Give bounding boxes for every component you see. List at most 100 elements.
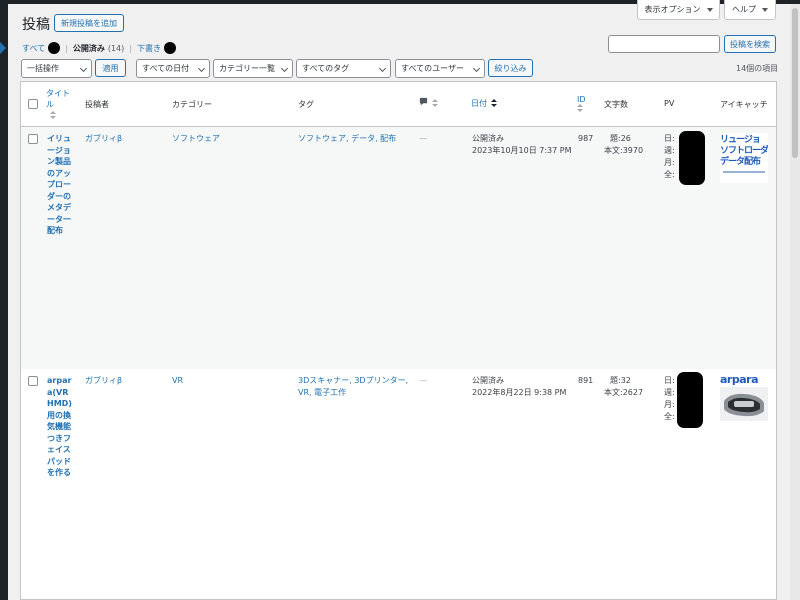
bulk-action-value: 一括操作: [27, 64, 59, 73]
tags-links[interactable]: ソフトウェア, データ, 配布: [298, 133, 410, 145]
page-title: 投稿: [22, 17, 50, 33]
pv-week-label: 週:: [664, 146, 675, 155]
help-label: ヘルプ: [732, 5, 756, 14]
date-filter-select[interactable]: すべての日付: [136, 59, 210, 78]
posts-table: タイトル 投稿者 カテゴリー タグ 日付 ID 文字数 PV アイキャッチ イリ…: [20, 81, 777, 600]
pv-day-label: 日:: [664, 134, 675, 143]
sort-icon: [432, 98, 438, 109]
redacted-pv: [679, 131, 705, 185]
thumb-line: リュージョ: [720, 135, 761, 145]
category-filter-value: カテゴリー一覧: [219, 64, 275, 73]
chevron-down-icon: [197, 64, 206, 73]
sort-icon: [491, 98, 497, 109]
post-date: 2023年10月10日 7:37 PM: [472, 146, 572, 155]
view-drafts-link[interactable]: 下書き: [137, 43, 161, 54]
pv-total-label: 全:: [664, 412, 675, 421]
column-id-label: ID: [577, 95, 586, 104]
view-all-link[interactable]: すべて: [22, 43, 45, 54]
comment-bubble-icon: [419, 97, 428, 106]
search-posts-button[interactable]: 投稿を検索: [724, 35, 776, 53]
add-new-post-button[interactable]: 新規投稿を追加: [54, 14, 124, 32]
published-count: (14): [107, 43, 125, 53]
row-checkbox[interactable]: [28, 376, 38, 386]
post-status-views: すべて | 公開済み (14) | 下書き: [22, 42, 176, 54]
chevron-down-icon: [378, 64, 387, 73]
post-status: 公開済み: [472, 134, 504, 143]
post-title-link[interactable]: arpara(VR HMD)用の換気機能つきフェイスパッドを作る: [47, 375, 75, 479]
row-checkbox[interactable]: [28, 134, 38, 144]
sort-icon: [50, 110, 56, 121]
thumb-line: ソフトローダ: [720, 146, 768, 156]
post-status: 公開済み: [472, 376, 504, 385]
column-date[interactable]: 日付: [471, 98, 497, 109]
column-tags: タグ: [298, 100, 314, 109]
vr-headset-image: [720, 387, 768, 421]
category-link[interactable]: ソフトウェア: [172, 133, 220, 145]
pv-month-label: 月:: [664, 158, 675, 167]
screen-options-label: 表示オプション: [644, 5, 701, 14]
caret-down-icon: [762, 7, 768, 12]
thumb-decoration: [723, 171, 765, 173]
comment-count: —: [419, 134, 427, 143]
search-input[interactable]: [608, 35, 720, 53]
scrollbar-thumb[interactable]: [792, 8, 798, 158]
thumb-line: データ配布: [720, 157, 761, 167]
help-button[interactable]: ヘルプ: [724, 0, 776, 20]
redacted-count: [48, 42, 61, 54]
eyecatch-thumbnail[interactable]: arpara: [720, 373, 768, 423]
tag-filter-value: すべてのタグ: [302, 64, 350, 73]
author-link[interactable]: ガブリィβ: [85, 375, 122, 387]
apply-button[interactable]: 適用: [95, 59, 126, 77]
user-filter-select[interactable]: すべてのユーザー: [395, 59, 485, 78]
chevron-down-icon: [280, 64, 289, 73]
author-link[interactable]: ガブリィβ: [85, 133, 122, 145]
thumb-line: arpara: [720, 373, 759, 386]
column-id[interactable]: ID: [577, 95, 586, 114]
column-categories: カテゴリー: [172, 100, 212, 109]
category-link[interactable]: VR: [172, 375, 183, 387]
column-author: 投稿者: [85, 100, 109, 109]
pv-day-label: 日:: [664, 376, 675, 385]
comment-count: —: [419, 376, 427, 385]
word-count-body: 本文:3970: [604, 146, 644, 155]
post-title-link[interactable]: イリュージョン製品のアップローダーのメタデータ一配布: [47, 133, 75, 237]
table-row: イリュージョン製品のアップローダーのメタデータ一配布 ガブリィβ ソフトウェア …: [21, 127, 776, 369]
vertical-scrollbar[interactable]: [790, 4, 800, 600]
post-date: 2022年8月22日 9:38 PM: [472, 388, 567, 397]
items-count: 14個の項目: [736, 64, 779, 73]
table-row: arpara(VR HMD)用の換気機能つきフェイスパッドを作る ガブリィβ V…: [21, 369, 776, 600]
tag-filter-select[interactable]: すべてのタグ: [296, 59, 391, 78]
column-pv: PV: [664, 99, 675, 108]
tags-links[interactable]: 3Dスキャナー, 3Dプリンター, VR, 電子工作: [298, 375, 410, 398]
column-title-label: タイトル: [46, 89, 70, 109]
post-id: 987: [578, 134, 594, 143]
word-count-title: 題:26: [610, 134, 631, 143]
admin-menu-sidebar: [0, 4, 8, 600]
column-eyecatch: アイキャッチ: [720, 100, 768, 109]
post-id: 891: [578, 376, 594, 385]
view-published-link[interactable]: 公開済み: [73, 43, 105, 54]
filter-button[interactable]: 絞り込み: [488, 59, 533, 77]
word-count-body: 本文:2627: [604, 388, 644, 397]
user-filter-value: すべてのユーザー: [401, 64, 464, 73]
select-all-checkbox[interactable]: [28, 99, 38, 109]
current-menu-pointer: [0, 42, 6, 54]
redacted-pv: [677, 372, 703, 428]
chevron-down-icon: [79, 64, 88, 73]
column-word-count: 文字数: [604, 100, 628, 109]
word-count-title: 題:32: [610, 376, 631, 385]
column-comments[interactable]: [419, 97, 438, 109]
bulk-action-select[interactable]: 一括操作: [21, 59, 92, 78]
screen-options-button[interactable]: 表示オプション: [637, 0, 720, 20]
category-filter-select[interactable]: カテゴリー一覧: [213, 59, 293, 78]
column-date-label: 日付: [471, 99, 487, 108]
sort-icon: [577, 104, 583, 114]
chevron-down-icon: [472, 64, 481, 73]
column-title[interactable]: タイトル: [46, 88, 70, 121]
caret-down-icon: [706, 7, 713, 12]
pv-week-label: 週:: [664, 388, 675, 397]
pv-month-label: 月:: [664, 400, 675, 409]
date-filter-value: すべての日付: [142, 64, 190, 73]
redacted-count: [163, 42, 176, 54]
eyecatch-thumbnail[interactable]: リュージョ ソフトローダ データ配布: [720, 133, 768, 183]
